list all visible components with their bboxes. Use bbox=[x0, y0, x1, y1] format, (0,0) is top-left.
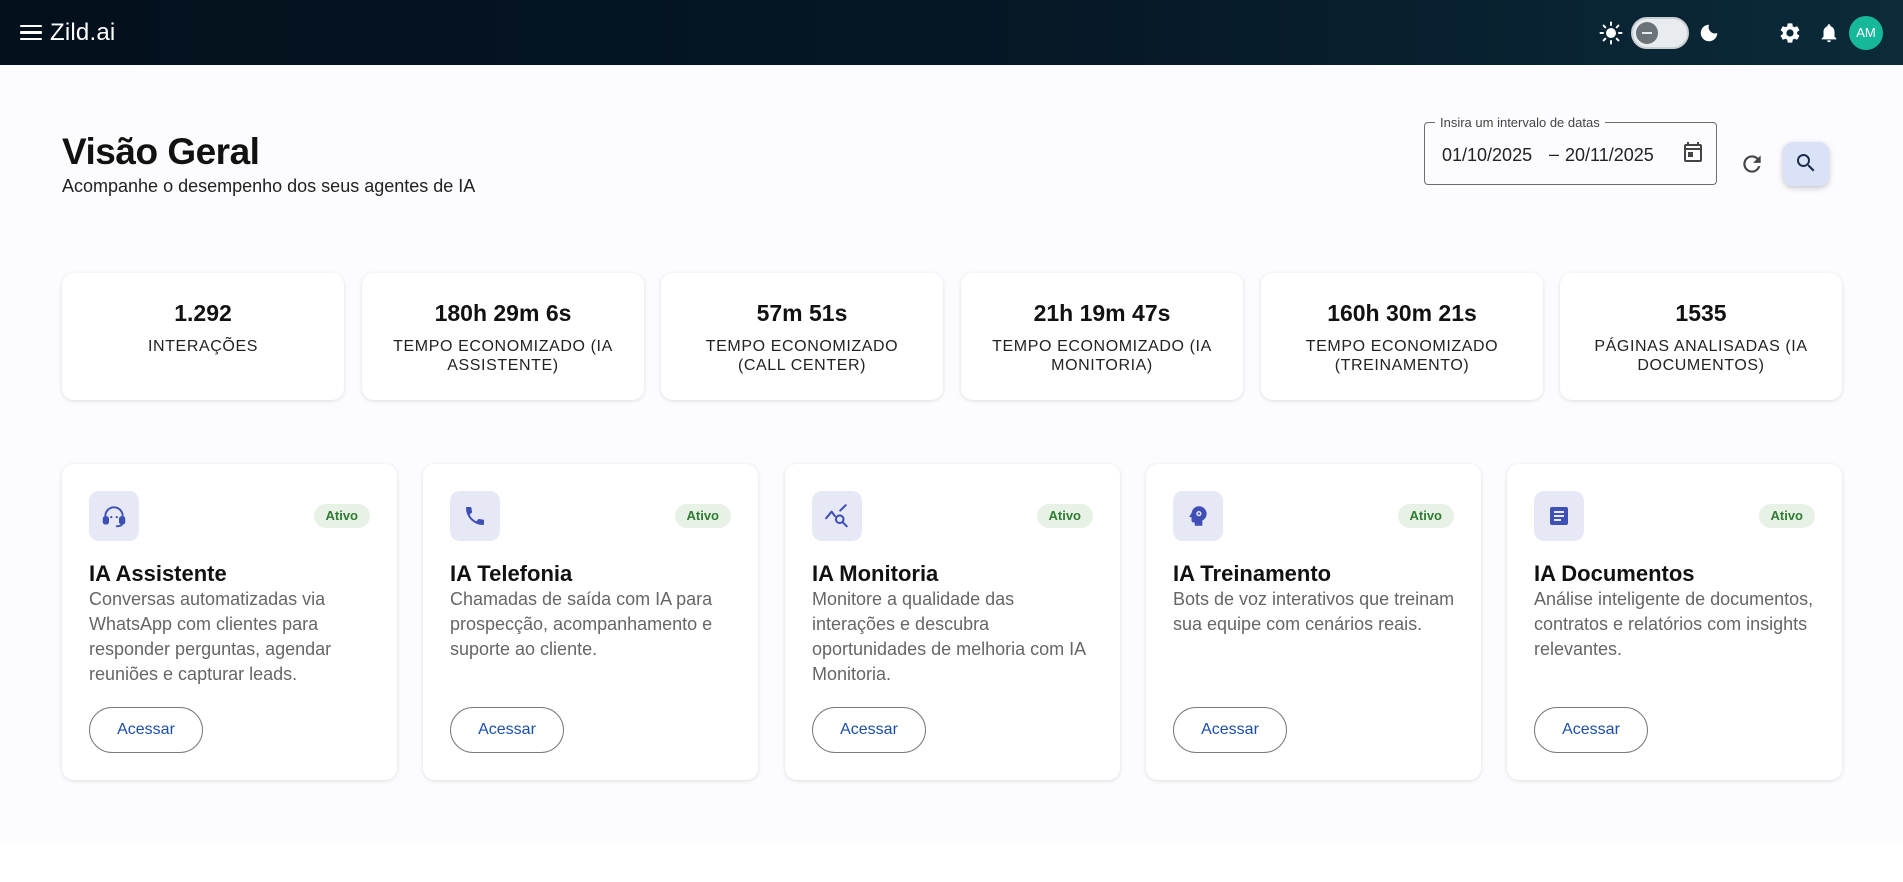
bell-icon[interactable] bbox=[1817, 20, 1841, 46]
agent-description: Monitore a qualidade das interações e de… bbox=[812, 589, 1086, 684]
phone-icon bbox=[450, 491, 500, 541]
agent-card-documentos: Ativo IA Documentos Análise inteligente … bbox=[1507, 464, 1842, 780]
stat-value: 180h 29m 6s bbox=[434, 300, 572, 326]
agent-card-monitoria: Ativo IA Monitoria Monitore a qualidade … bbox=[785, 464, 1120, 780]
date-range-label: Insira um intervalo de datas bbox=[1435, 115, 1605, 130]
moon-icon bbox=[1695, 19, 1723, 47]
calendar-icon[interactable] bbox=[1681, 140, 1705, 164]
status-badge: Ativo bbox=[1397, 504, 1454, 528]
agent-card-treinamento: Ativo IA Treinamento Bots de voz interat… bbox=[1146, 464, 1481, 780]
stat-card-time-assistant: 180h 29m 6s TEMPO ECONOMIZADO (IA ASSIST… bbox=[362, 273, 644, 400]
date-end-input[interactable]: 20/11/2025 bbox=[1565, 145, 1654, 166]
stat-card-interactions: 1.292 INTERAÇÕES bbox=[62, 273, 344, 400]
date-start-input[interactable]: 01/10/2025 bbox=[1442, 145, 1532, 166]
access-button-documentos[interactable]: Acessar bbox=[1534, 707, 1648, 753]
status-badge: Ativo bbox=[1036, 504, 1093, 528]
main-content: Visão Geral Acompanhe o desempenho dos s… bbox=[0, 65, 1903, 843]
headset-icon bbox=[89, 491, 139, 541]
access-button-monitoria[interactable]: Acessar bbox=[812, 707, 926, 753]
stat-label: TEMPO ECONOMIZADO (IA MONITORIA) bbox=[992, 338, 1212, 374]
date-range-field[interactable]: Insira um intervalo de datas 01/10/2025 … bbox=[1424, 115, 1717, 185]
search-icon bbox=[1794, 151, 1818, 178]
search-button[interactable] bbox=[1783, 142, 1829, 186]
agent-description: Chamadas de saída com IA para prospecção… bbox=[450, 589, 713, 659]
page-title: Visão Geral bbox=[62, 131, 260, 172]
stat-value: 160h 30m 21s bbox=[1327, 300, 1477, 326]
query-stats-icon bbox=[812, 491, 862, 541]
avatar[interactable]: AM bbox=[1849, 15, 1883, 50]
gear-icon[interactable] bbox=[1777, 20, 1803, 46]
access-button-assistente[interactable]: Acessar bbox=[89, 707, 203, 753]
agent-card-telefonia: Ativo IA Telefonia Chamadas de saída com… bbox=[423, 464, 758, 780]
stat-card-time-monitoring: 21h 19m 47s TEMPO ECONOMIZADO (IA MONITO… bbox=[961, 273, 1243, 400]
stat-label: TEMPO ECONOMIZADO (TREINAMENTO) bbox=[1305, 338, 1499, 374]
page-bottom bbox=[0, 843, 1903, 882]
psychology-icon bbox=[1173, 491, 1223, 541]
stat-value: 1535 bbox=[1675, 300, 1727, 326]
agent-description: Conversas automatizadas via WhatsApp com… bbox=[89, 589, 332, 684]
menu-icon[interactable] bbox=[20, 24, 42, 41]
sun-icon bbox=[1597, 19, 1625, 47]
brand-logo[interactable]: Zild.ai bbox=[50, 19, 115, 47]
refresh-icon[interactable] bbox=[1739, 151, 1765, 177]
stat-card-pages-analyzed: 1535 PÁGINAS ANALISADAS (IA DOCUMENTOS) bbox=[1560, 273, 1842, 400]
status-badge: Ativo bbox=[674, 504, 731, 528]
stat-value: 1.292 bbox=[174, 300, 232, 326]
agent-title: IA Telefonia bbox=[450, 561, 573, 586]
stat-label: INTERAÇÕES bbox=[147, 338, 258, 355]
document-icon bbox=[1534, 491, 1584, 541]
toggle-knob bbox=[1636, 21, 1658, 44]
stat-value: 21h 19m 47s bbox=[1033, 300, 1171, 326]
agent-title: IA Treinamento bbox=[1173, 561, 1332, 586]
page-subtitle: Acompanhe o desempenho dos seus agentes … bbox=[62, 176, 476, 196]
stat-label: PÁGINAS ANALISADAS (IA DOCUMENTOS) bbox=[1594, 338, 1808, 374]
stat-card-time-callcenter: 57m 51s TEMPO ECONOMIZADO (CALL CENTER) bbox=[661, 273, 943, 400]
top-bar: Zild.ai AM bbox=[0, 0, 1903, 65]
agent-card-assistente: Ativo IA Assistente Conversas automatiza… bbox=[62, 464, 397, 780]
agent-description: Análise inteligente de documentos, contr… bbox=[1534, 589, 1814, 659]
agent-title: IA Monitoria bbox=[812, 561, 939, 586]
topbar-actions: AM bbox=[1597, 15, 1883, 50]
stat-value: 57m 51s bbox=[756, 300, 848, 326]
stat-label: TEMPO ECONOMIZADO (IA ASSISTENTE) bbox=[393, 338, 613, 374]
stat-card-time-training: 160h 30m 21s TEMPO ECONOMIZADO (TREINAME… bbox=[1261, 273, 1543, 400]
agent-title: IA Documentos bbox=[1534, 561, 1695, 586]
date-separator: – bbox=[1549, 144, 1560, 164]
status-badge: Ativo bbox=[313, 504, 370, 528]
access-button-treinamento[interactable]: Acessar bbox=[1173, 707, 1287, 753]
agent-description: Bots de voz interativos que treinam sua … bbox=[1173, 589, 1455, 634]
agent-title: IA Assistente bbox=[89, 561, 227, 586]
access-button-telefonia[interactable]: Acessar bbox=[450, 707, 564, 753]
status-badge: Ativo bbox=[1758, 504, 1815, 528]
stat-label: TEMPO ECONOMIZADO (CALL CENTER) bbox=[705, 338, 899, 374]
theme-toggle[interactable] bbox=[1631, 16, 1689, 49]
